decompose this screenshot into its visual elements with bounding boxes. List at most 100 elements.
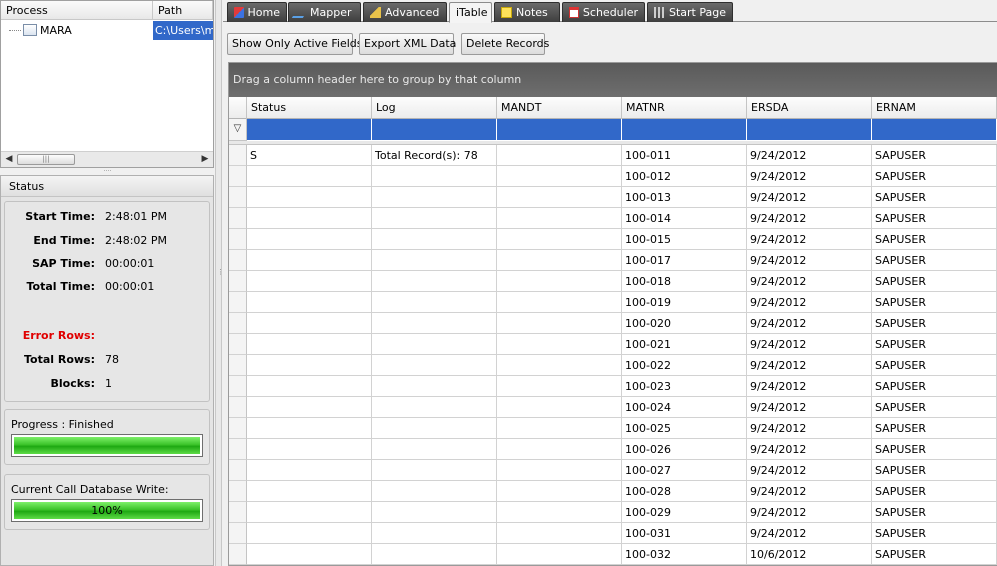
row-indicator[interactable] [229,544,247,565]
cell-matnr[interactable]: 100-015 [622,229,747,250]
cell-ernam[interactable]: SAPUSER [872,334,997,355]
cell-ernam[interactable]: SAPUSER [872,313,997,334]
cell-matnr[interactable]: 100-023 [622,376,747,397]
cell-ernam[interactable]: SAPUSER [872,145,997,166]
cell-ersda[interactable]: 9/24/2012 [747,250,872,271]
filter-cell-mandt[interactable] [497,119,622,141]
table-row[interactable]: 100-027 9/24/2012 SAPUSER [229,460,997,481]
cell-status[interactable] [247,250,372,271]
cell-mandt[interactable] [497,166,622,187]
cell-status[interactable] [247,502,372,523]
column-header-ersda[interactable]: ERSDA [747,97,872,119]
data-grid[interactable]: Drag a column header here to group by th… [228,62,997,566]
cell-matnr[interactable]: 100-019 [622,292,747,313]
cell-mandt[interactable] [497,376,622,397]
row-indicator[interactable] [229,271,247,292]
table-row[interactable]: 100-031 9/24/2012 SAPUSER [229,523,997,544]
cell-mandt[interactable] [497,145,622,166]
cell-matnr[interactable]: 100-027 [622,460,747,481]
column-header-mandt[interactable]: MANDT [497,97,622,119]
row-indicator[interactable] [229,439,247,460]
cell-mandt[interactable] [497,271,622,292]
tab-advanced[interactable]: Advanced [363,2,447,22]
cell-log[interactable] [372,187,497,208]
cell-mandt[interactable] [497,313,622,334]
cell-matnr[interactable]: 100-024 [622,397,747,418]
table-row[interactable]: 100-028 9/24/2012 SAPUSER [229,481,997,502]
cell-ernam[interactable]: SAPUSER [872,523,997,544]
table-row[interactable]: 100-029 9/24/2012 SAPUSER [229,502,997,523]
cell-ersda[interactable]: 9/24/2012 [747,271,872,292]
cell-log[interactable] [372,355,497,376]
cell-status[interactable] [247,166,372,187]
row-indicator[interactable] [229,397,247,418]
cell-status[interactable] [247,229,372,250]
cell-matnr[interactable]: 100-017 [622,250,747,271]
cell-log[interactable] [372,460,497,481]
process-tree[interactable]: Process Path MARA C:\Users\ma ◀ ||| ▶ [0,0,214,168]
tab-home[interactable]: Home [227,2,287,22]
cell-log[interactable] [372,481,497,502]
cell-log[interactable] [372,313,497,334]
row-indicator[interactable] [229,481,247,502]
cell-ersda[interactable]: 9/24/2012 [747,292,872,313]
cell-mandt[interactable] [497,187,622,208]
row-indicator[interactable] [229,334,247,355]
cell-mandt[interactable] [497,544,622,565]
tab-start-page[interactable]: Start Page [647,2,733,22]
cell-status[interactable] [247,418,372,439]
cell-status[interactable] [247,460,372,481]
row-indicator[interactable] [229,250,247,271]
cell-status[interactable] [247,355,372,376]
cell-ernam[interactable]: SAPUSER [872,544,997,565]
table-row[interactable]: 100-020 9/24/2012 SAPUSER [229,313,997,334]
filter-cell-ersda[interactable] [747,119,872,141]
filter-cell-log[interactable] [372,119,497,141]
cell-mandt[interactable] [497,397,622,418]
cell-mandt[interactable] [497,292,622,313]
column-header-process[interactable]: Process [1,1,153,19]
delete-records-button[interactable]: Delete Records [461,33,549,55]
cell-ersda[interactable]: 9/24/2012 [747,502,872,523]
cell-ersda[interactable]: 9/24/2012 [747,418,872,439]
process-cell[interactable]: MARA [1,24,153,37]
table-row[interactable]: 100-022 9/24/2012 SAPUSER [229,355,997,376]
cell-ersda[interactable]: 9/24/2012 [747,145,872,166]
cell-status[interactable]: S [247,145,372,166]
cell-mandt[interactable] [497,418,622,439]
cell-log[interactable] [372,418,497,439]
horizontal-splitter[interactable]: .... [0,167,215,174]
cell-mandt[interactable] [497,523,622,544]
cell-matnr[interactable]: 100-013 [622,187,747,208]
cell-status[interactable] [247,376,372,397]
path-cell[interactable]: C:\Users\ma [153,20,213,40]
row-indicator[interactable] [229,355,247,376]
cell-matnr[interactable]: 100-012 [622,166,747,187]
cell-ernam[interactable]: SAPUSER [872,208,997,229]
cell-matnr[interactable]: 100-022 [622,355,747,376]
row-indicator[interactable] [229,229,247,250]
cell-ernam[interactable]: SAPUSER [872,460,997,481]
column-header-log[interactable]: Log [372,97,497,119]
table-row[interactable]: 100-012 9/24/2012 SAPUSER [229,166,997,187]
cell-matnr[interactable]: 100-014 [622,208,747,229]
cell-mandt[interactable] [497,229,622,250]
row-indicator[interactable] [229,418,247,439]
cell-ersda[interactable]: 10/6/2012 [747,544,872,565]
cell-ersda[interactable]: 9/24/2012 [747,376,872,397]
table-row[interactable]: 100-025 9/24/2012 SAPUSER [229,418,997,439]
cell-mandt[interactable] [497,334,622,355]
filter-icon[interactable]: ▽ [229,119,247,141]
cell-log[interactable]: Total Record(s): 78 [372,145,497,166]
cell-ersda[interactable]: 9/24/2012 [747,187,872,208]
row-indicator[interactable] [229,376,247,397]
cell-log[interactable] [372,439,497,460]
tab-itable[interactable]: iTable [449,2,492,23]
cell-ernam[interactable]: SAPUSER [872,418,997,439]
table-row[interactable]: 100-021 9/24/2012 SAPUSER [229,334,997,355]
cell-ersda[interactable]: 9/24/2012 [747,166,872,187]
cell-log[interactable] [372,334,497,355]
export-xml-data-button[interactable]: Export XML Data [359,33,456,55]
cell-ernam[interactable]: SAPUSER [872,229,997,250]
cell-matnr[interactable]: 100-018 [622,271,747,292]
